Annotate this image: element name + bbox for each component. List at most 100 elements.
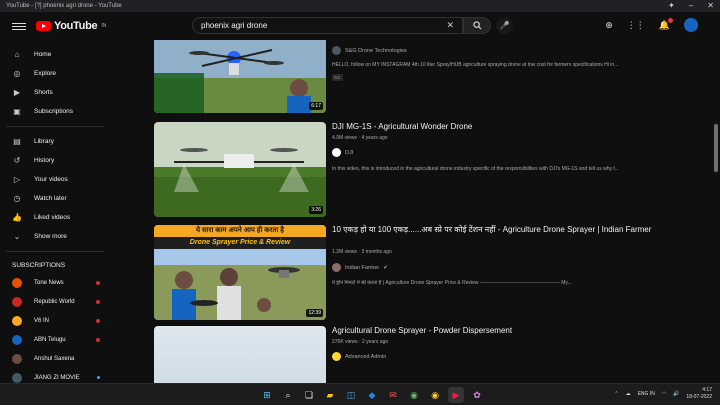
sidebar-item-shorts[interactable]: ▶ Shorts: [0, 83, 110, 102]
subscription-label: JIANG ZI MOVIE: [34, 374, 80, 381]
subscription-label: Republic World: [34, 298, 75, 305]
dropbox-icon[interactable]: ◆: [364, 387, 380, 403]
menu-icon[interactable]: [12, 22, 26, 30]
chrome-icon[interactable]: ◉: [406, 387, 422, 403]
channel-avatar: [12, 277, 22, 288]
mic-icon: 🎤: [499, 21, 510, 30]
video-description: In this video, this is introduced in the…: [332, 166, 619, 172]
sidebar-item-liked[interactable]: 👍 Liked videos: [0, 208, 110, 227]
sidebar-item-label: Liked videos: [34, 214, 71, 221]
video-title[interactable]: Agricultural Drone Sprayer - Powder Disp…: [332, 326, 672, 336]
start-icon[interactable]: ⊞: [259, 387, 275, 403]
taskview-icon[interactable]: ❏: [301, 387, 317, 403]
clock[interactable]: 4:17 18-07-2022: [686, 387, 712, 401]
sidebar-item-history[interactable]: ↺ History: [0, 151, 110, 170]
search-input[interactable]: phoenix agri drone ✕: [192, 17, 463, 34]
sidebar-item-subscriptions[interactable]: ▣ Subscriptions: [0, 102, 110, 121]
live-indicator: [96, 280, 100, 285]
channel-name[interactable]: DJI: [345, 150, 353, 156]
thumbnail-subtitle: Drone Sprayer Price & Review: [189, 239, 291, 246]
youtube-logo[interactable]: YouTube IN: [36, 20, 106, 32]
video-thumbnail[interactable]: 3:26: [154, 122, 326, 217]
channel-row[interactable]: Indian Farmer ✔: [332, 263, 388, 272]
channel-avatar: [332, 352, 341, 361]
home-icon: ⌂: [14, 50, 20, 59]
clock-date: 18-07-2022: [686, 394, 712, 400]
channel-avatar: [332, 148, 341, 157]
search-icon: [472, 21, 481, 30]
create-icon[interactable]: ⊕: [605, 20, 613, 31]
channel-name[interactable]: Advanced Admin: [345, 354, 386, 360]
channel-avatar: [12, 334, 22, 345]
search-button[interactable]: [463, 17, 491, 34]
logo-region: IN: [101, 23, 107, 29]
subscription-item[interactable]: V6 IN: [0, 311, 110, 330]
sidebar-item-label: Home: [34, 51, 52, 58]
sidebar-item-home[interactable]: ⌂ Home: [0, 45, 110, 64]
close-icon[interactable]: ✕: [707, 1, 714, 10]
video-icon: ▷: [13, 175, 21, 184]
video-thumbnail[interactable]: [154, 326, 326, 383]
video-title[interactable]: DJI MG-1S - Agricultural Wonder Drone: [332, 122, 672, 132]
subscriptions-heading: SUBSCRIPTIONS: [12, 261, 66, 269]
video-meta: 1.2M views · 3 months ago: [332, 249, 392, 255]
sidebar-item-label: Subscriptions: [34, 108, 74, 115]
browser-titlebar: YouTube - [?] phoenix agri drone - YouTu…: [0, 0, 720, 12]
scrollbar-thumb[interactable]: [714, 124, 718, 172]
channel-row[interactable]: DJI: [332, 148, 353, 157]
subscription-label: ABN Telugu: [34, 336, 66, 343]
chevron-up-icon[interactable]: ⌃: [614, 391, 618, 397]
bell-icon[interactable]: 🔔: [659, 17, 674, 31]
minimize-icon[interactable]: –: [689, 1, 693, 10]
sidebar-item-your-videos[interactable]: ▷ Your videos: [0, 170, 110, 189]
cloud-icon[interactable]: ☁: [626, 391, 631, 397]
subscription-item[interactable]: Anshul Saxena: [0, 349, 110, 368]
sidebar-item-show-more[interactable]: ⌄ Show more: [0, 227, 110, 246]
search-results: 6:17 S&G Drone Technologies HELLO, follo…: [154, 40, 714, 383]
channel-row[interactable]: S&G Drone Technologies: [332, 46, 407, 55]
live-indicator: [96, 337, 100, 342]
subscription-label: Anshul Saxena: [34, 355, 75, 362]
divider: [6, 126, 104, 127]
subscriptions-icon: ▣: [13, 107, 21, 116]
video-duration: 3:26: [309, 206, 323, 214]
sidebar-item-label: Watch later: [34, 195, 67, 202]
history-icon: ↺: [13, 156, 21, 165]
channel-row[interactable]: Advanced Admin: [332, 352, 386, 361]
chrome-icon[interactable]: ◉: [427, 387, 443, 403]
lang-indicator[interactable]: ENG IN: [638, 391, 655, 397]
video-thumbnail[interactable]: ये सारा काम अपने आप ही करता है Drone Spr…: [154, 225, 326, 320]
sidebar-item-label: Your videos: [34, 176, 68, 183]
subscription-item[interactable]: Tone News: [0, 273, 110, 292]
apps-icon[interactable]: ⋮⋮: [627, 20, 645, 31]
volume-icon[interactable]: 🔊: [673, 391, 679, 397]
avatar[interactable]: [684, 18, 698, 32]
search-icon[interactable]: ⌕: [280, 387, 296, 403]
sidebar-item-watch-later[interactable]: ◷ Watch later: [0, 189, 110, 208]
subscription-item[interactable]: Republic World: [0, 292, 110, 311]
clock-time: 4:17: [702, 387, 712, 393]
video-thumbnail[interactable]: 6:17: [154, 40, 326, 113]
youtube-icon[interactable]: ▶: [448, 387, 464, 403]
store-icon[interactable]: ◫: [343, 387, 359, 403]
new-content-indicator: [97, 376, 100, 379]
wifi-icon[interactable]: ◠: [662, 391, 666, 397]
channel-name[interactable]: S&G Drone Technologies: [345, 48, 407, 54]
video-description: ये ड्रोन मिनटों में स्प्रे करता है | Agr…: [332, 280, 572, 286]
video-title[interactable]: 10 एकड़ हो या 100 एकड़......अब स्प्रे पर…: [332, 225, 672, 235]
mail-icon[interactable]: ✉: [385, 387, 401, 403]
channel-name[interactable]: Indian Farmer: [345, 265, 379, 271]
system-tray: ⌃ ☁ ENG IN ◠ 🔊 4:17 18-07-2022: [614, 387, 712, 401]
like-icon: 👍: [12, 213, 22, 222]
clear-icon[interactable]: ✕: [446, 20, 454, 31]
sidebar-item-explore[interactable]: ◎ Explore: [0, 64, 110, 83]
settings-icon[interactable]: ✿: [469, 387, 485, 403]
sidebar-item-library[interactable]: ▤ Library: [0, 132, 110, 151]
cc-badge: CC: [332, 74, 343, 81]
extensions-icon[interactable]: ✦: [668, 1, 675, 10]
tab-title[interactable]: YouTube - [?] phoenix agri drone - YouTu…: [6, 3, 122, 9]
channel-avatar: [12, 315, 22, 326]
explorer-icon[interactable]: ▰: [322, 387, 338, 403]
mic-button[interactable]: 🎤: [496, 17, 513, 34]
subscription-item[interactable]: ABN Telugu: [0, 330, 110, 349]
